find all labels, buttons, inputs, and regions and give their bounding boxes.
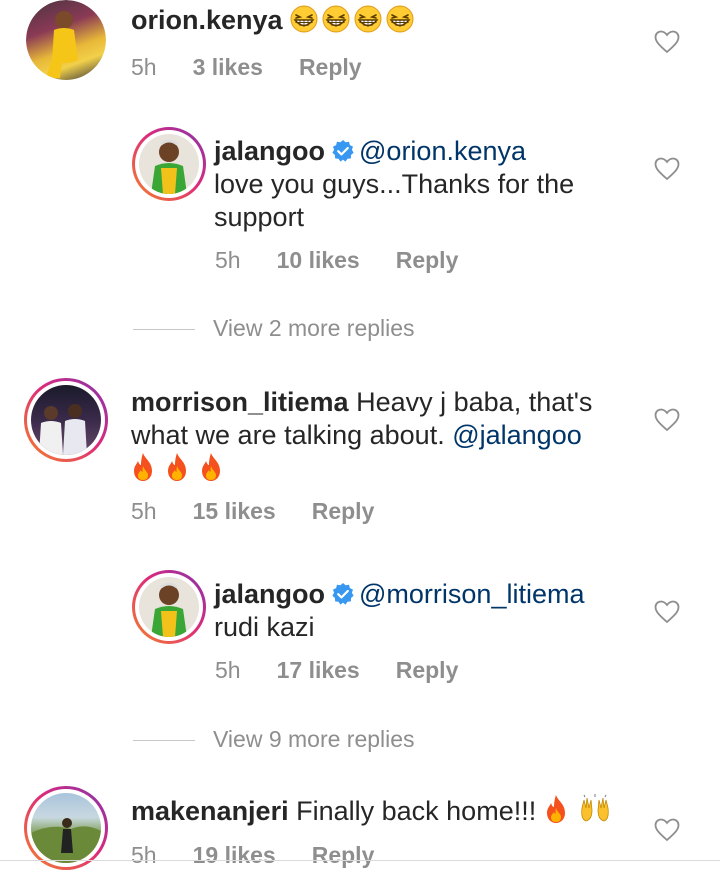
view-more-replies[interactable]: View 2 more replies (133, 315, 415, 342)
likes-count[interactable]: 3 likes (193, 54, 263, 80)
raising-hands-emoji-icon (578, 794, 612, 824)
likes-count[interactable]: 10 likes (277, 247, 360, 273)
comment-body: rudi kazi (214, 612, 315, 642)
avatar[interactable] (24, 786, 108, 870)
avatar-photo (139, 577, 199, 637)
fire-emoji-icon (544, 794, 568, 824)
mention-link[interactable]: @orion.kenya (359, 136, 526, 166)
avatar-photo (31, 385, 101, 455)
comment-meta: 5h 17 likes Reply (215, 657, 494, 684)
comment-body: Finally back home!!! (296, 796, 537, 826)
like-heart-icon[interactable] (654, 818, 680, 842)
person-silhouette-icon (151, 139, 187, 194)
view-more-replies[interactable]: View 9 more replies (133, 726, 415, 753)
landscape-person-icon (31, 818, 101, 863)
like-heart-icon[interactable] (654, 600, 680, 624)
view-more-label[interactable]: View 9 more replies (213, 726, 415, 752)
like-heart-icon[interactable] (654, 157, 680, 181)
reply-button[interactable]: Reply (396, 657, 459, 683)
comment-morrison-litiema: morrison_litiema Heavy j baba, that's wh… (0, 378, 720, 528)
grin-squint-emoji-icon (386, 5, 414, 33)
fire-emoji-icon (165, 452, 189, 482)
likes-count[interactable]: 15 likes (193, 498, 276, 524)
fire-emoji-icon (199, 452, 223, 482)
likes-count[interactable]: 19 likes (193, 842, 276, 868)
timestamp: 5h (215, 657, 241, 683)
verified-badge-icon (331, 139, 355, 163)
reply-button[interactable]: Reply (312, 842, 375, 868)
username[interactable]: jalangoo (214, 136, 325, 166)
timestamp: 5h (131, 498, 157, 524)
comment-meta: 5h 15 likes Reply (131, 498, 410, 525)
timestamp: 5h (215, 247, 241, 273)
reply-jalangoo-1: jalangoo @orion.kenya love you guys...Tha… (0, 125, 720, 285)
like-heart-icon[interactable] (654, 408, 680, 432)
grin-squint-emoji-icon (322, 5, 350, 33)
comment-body: what we are talking about. (131, 420, 445, 450)
mention-link[interactable]: @morrison_litiema (359, 579, 584, 609)
avatar-photo (26, 0, 106, 80)
username[interactable]: orion.kenya (131, 5, 283, 35)
comment-meta: 5h 10 likes Reply (215, 247, 494, 274)
avatar[interactable] (132, 570, 206, 644)
timestamp: 5h (131, 842, 157, 868)
grin-squint-emoji-icon (354, 5, 382, 33)
verified-badge-icon (331, 582, 355, 606)
comment-body: love you guys...Thanks for the (214, 169, 575, 199)
comment-orion-kenya: orion.kenya 5h 3 likes Reply (0, 0, 720, 100)
grin-squint-emoji-icon (290, 5, 318, 33)
comment-text: orion.kenya (131, 4, 418, 37)
comment-meta: 5h 19 likes Reply (131, 842, 410, 869)
avatar[interactable] (132, 127, 206, 201)
avatar[interactable] (24, 378, 108, 462)
divider-bottom (0, 860, 720, 861)
view-more-label[interactable]: View 2 more replies (213, 315, 415, 341)
like-heart-icon[interactable] (654, 30, 680, 54)
comment-meta: 5h 3 likes Reply (131, 54, 398, 81)
comment-text: morrison_litiema Heavy j baba, that's wh… (131, 386, 611, 486)
reply-jalangoo-2: jalangoo @morrison_litiema rudi kazi 5h 17… (0, 568, 720, 688)
comment-text: jalangoo @morrison_litiema rudi kazi (214, 578, 654, 644)
avatar-photo (31, 793, 101, 863)
comment-body: Heavy j baba, that's (356, 387, 593, 417)
fire-emoji-icon (131, 452, 155, 482)
person-silhouette-icon (46, 11, 78, 78)
username[interactable]: jalangoo (214, 579, 325, 609)
divider (133, 740, 195, 742)
avatar-photo (139, 134, 199, 194)
divider (133, 329, 195, 331)
comment-text: jalangoo @orion.kenya love you guys...Tha… (214, 135, 634, 234)
likes-count[interactable]: 17 likes (277, 657, 360, 683)
person-silhouette-icon (151, 582, 187, 637)
avatar[interactable] (26, 0, 106, 80)
reply-button[interactable]: Reply (299, 54, 362, 80)
reply-button[interactable]: Reply (312, 498, 375, 524)
reply-button[interactable]: Reply (396, 247, 459, 273)
timestamp: 5h (131, 54, 157, 80)
mention-link[interactable]: @jalangoo (452, 420, 582, 450)
group-photo-icon (39, 404, 87, 455)
comment-text: makenanjeri Finally back home!!! (131, 794, 616, 828)
username[interactable]: morrison_litiema (131, 387, 349, 417)
username[interactable]: makenanjeri (131, 796, 289, 826)
comment-body: support (214, 202, 305, 232)
